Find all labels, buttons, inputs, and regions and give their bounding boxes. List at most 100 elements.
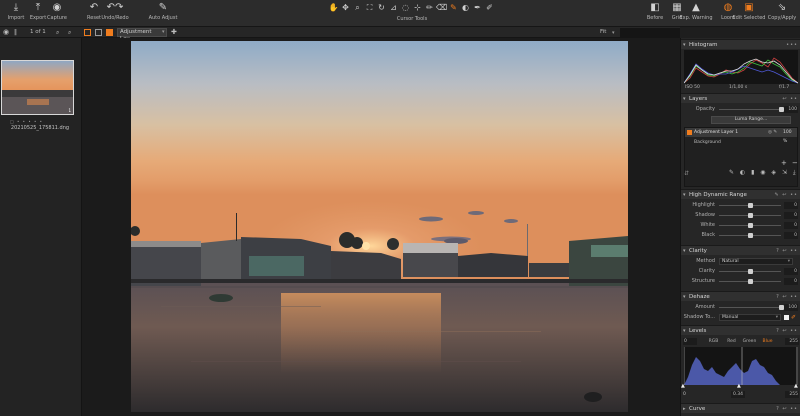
thumbnail[interactable]: 1 xyxy=(1,60,74,115)
eye-icon[interactable]: ◉ xyxy=(3,27,9,38)
collapse-arrow-icon[interactable]: ▾ xyxy=(683,292,686,302)
refine-icon[interactable]: ⇵ xyxy=(684,170,689,177)
collapse-arrow-icon[interactable]: ▾ xyxy=(683,326,686,336)
undo-redo-button[interactable]: ↶↷ Undo/Redo xyxy=(101,2,129,26)
hdr-header[interactable]: ▾ High Dynamic Range ✎ ↩ •• xyxy=(681,189,800,199)
slider-knob[interactable] xyxy=(747,213,753,218)
collapse-arrow-icon[interactable]: ▾ xyxy=(683,190,686,200)
slider-knob[interactable] xyxy=(747,233,753,238)
collapse-arrow-icon[interactable]: ▾ xyxy=(683,40,686,50)
chevron-down-icon[interactable]: ▾ xyxy=(162,27,165,38)
dehaze-amount-slider[interactable] xyxy=(719,307,781,308)
rating-dots[interactable]: □ • • • • • xyxy=(10,119,43,124)
slider-value[interactable]: 0 xyxy=(784,212,798,219)
panel-actions-icon[interactable]: ? ↩ •• xyxy=(776,404,798,414)
pan-tool-icon[interactable]: ✥ xyxy=(340,2,351,13)
panel-actions-icon[interactable]: ↩ •• xyxy=(782,94,798,104)
crop-tool-icon[interactable]: ⛶ xyxy=(364,2,375,13)
keystone-tool-icon[interactable]: ⊿ xyxy=(388,2,399,13)
rotate-tool-icon[interactable]: ↻ xyxy=(376,2,387,13)
slider-value[interactable]: 0 xyxy=(784,278,798,285)
shadow-tone-swatch[interactable] xyxy=(784,315,789,320)
slider-knob[interactable] xyxy=(747,223,753,228)
search-icon[interactable]: ⌕ xyxy=(56,27,59,38)
eraser-tool-icon[interactable]: ⌫ xyxy=(436,2,447,13)
layer-mask-icon[interactable] xyxy=(106,29,113,36)
clarity-method-select[interactable]: Natural ▾ xyxy=(719,258,793,265)
slider-value[interactable]: 0 xyxy=(784,268,798,275)
panel-actions-icon[interactable]: ✎ ↩ •• xyxy=(775,190,798,200)
layer-target-icon[interactable]: ◎ ✎ xyxy=(768,128,777,137)
zoom-slider-track[interactable] xyxy=(620,28,680,37)
edit-selected-button[interactable]: ▣ Edit Selected xyxy=(733,2,766,26)
slider-value[interactable]: 0 xyxy=(784,222,798,229)
opacity-slider-knob[interactable] xyxy=(778,107,784,112)
expand-arrow-icon[interactable]: ▸ xyxy=(683,404,686,414)
levels-output-high[interactable]: 255 xyxy=(785,391,799,398)
collapse-arrow-icon[interactable]: ▾ xyxy=(683,246,686,256)
levels-channel-blue[interactable]: Blue xyxy=(759,338,776,345)
spot-tool-icon[interactable]: ◌ xyxy=(400,2,411,13)
histogram-header[interactable]: ▾ Histogram ••• xyxy=(681,39,800,49)
panel-actions-icon[interactable]: ? ↩ •• xyxy=(776,292,798,302)
levels-midtone-value[interactable]: 0.34 xyxy=(731,391,745,398)
pause-icon[interactable]: ‖ xyxy=(14,27,17,38)
levels-white-point-handle[interactable]: ▲ xyxy=(794,383,798,389)
layer-select-dropdown[interactable]: Adjustment Lay... xyxy=(117,28,167,42)
auto-adjust-button[interactable]: ✎ Auto Adjust xyxy=(147,2,179,26)
picker-tool-icon[interactable]: ⊹ xyxy=(412,2,423,13)
levels-output-low[interactable]: 0 xyxy=(683,391,695,398)
color-picker-icon[interactable]: ✐ xyxy=(791,313,796,322)
eyedropper-tool-icon[interactable]: ✐ xyxy=(484,2,495,13)
remove-layer-icon[interactable]: − xyxy=(792,159,798,167)
zoom-tool-icon[interactable]: ⌕ xyxy=(352,2,363,13)
luma-range-button[interactable]: Luma Range... xyxy=(711,116,791,124)
capture-button[interactable]: ◉ Capture xyxy=(43,2,71,26)
levels-header[interactable]: ▾ Levels ? ↩ •• xyxy=(681,325,800,335)
gradient-tool-icon[interactable]: ◐ xyxy=(460,2,471,13)
panel-actions-icon[interactable]: ••• xyxy=(786,40,798,50)
add-layer-icon[interactable]: + xyxy=(781,159,787,167)
levels-histogram[interactable] xyxy=(683,347,798,385)
slider-knob[interactable] xyxy=(747,203,753,208)
dehaze-amount-value[interactable]: 100 xyxy=(784,304,798,311)
opacity-slider[interactable] xyxy=(719,109,781,110)
shadow-tone-select[interactable]: Manual ▾ xyxy=(719,314,781,321)
dehaze-amount-knob[interactable] xyxy=(778,305,784,310)
single-view-icon[interactable] xyxy=(84,29,91,36)
layer-checkbox[interactable] xyxy=(687,130,692,135)
curve-header[interactable]: ▸ Curve ? ↩ •• xyxy=(681,403,800,413)
background-layer[interactable]: Background xyxy=(694,138,721,147)
exp-warning-button[interactable]: ▲ Exp. Warning xyxy=(679,2,712,26)
opacity-value[interactable]: 100 xyxy=(784,106,798,113)
levels-input-high[interactable]: 255 xyxy=(785,338,799,345)
annotate-tool-icon[interactable]: ✒ xyxy=(472,2,483,13)
levels-channel-red[interactable]: Red xyxy=(723,338,740,345)
hand-tool-icon[interactable]: ✋ xyxy=(328,2,339,13)
levels-input-low[interactable]: 0 xyxy=(683,338,697,345)
copy-apply-button[interactable]: ⇘ Copy/Apply xyxy=(768,2,796,26)
multi-view-icon[interactable] xyxy=(95,29,102,36)
mask-tools-icons[interactable]: ✎ ◐ ▮ ◉ ◈ ⇲ ⤓ xyxy=(729,169,798,177)
layers-header[interactable]: ▾ Layers ↩ •• xyxy=(681,93,800,103)
add-layer-icon[interactable]: ✚ xyxy=(171,27,177,38)
slider-knob[interactable] xyxy=(747,279,753,284)
levels-channel-rgb[interactable]: RGB xyxy=(705,338,722,345)
levels-black-point-handle[interactable]: ▲ xyxy=(681,383,685,389)
filter-search-icon[interactable]: ⌕ xyxy=(68,27,71,38)
collapse-arrow-icon[interactable]: ▾ xyxy=(683,94,686,104)
levels-channel-green[interactable]: Green xyxy=(741,338,758,345)
draw-mask-tool-icon[interactable]: ✎ xyxy=(448,2,459,13)
levels-midtone-handle[interactable]: ▲ xyxy=(737,383,741,389)
panel-actions-icon[interactable]: ? ↩ •• xyxy=(776,326,798,336)
dehaze-header[interactable]: ▾ Dehaze ? ↩ •• xyxy=(681,291,800,301)
clarity-header[interactable]: ▾ Clarity ? ↩ •• xyxy=(681,245,800,255)
brush-tool-icon[interactable]: ✏ xyxy=(424,2,435,13)
panel-actions-icon[interactable]: ? ↩ •• xyxy=(776,246,798,256)
zoom-fit-label[interactable]: Fit xyxy=(600,27,606,38)
slider-knob[interactable] xyxy=(747,269,753,274)
main-photo[interactable] xyxy=(131,41,628,412)
layer-row-active[interactable]: Adjustment Layer 1 ◎ ✎ 100 % xyxy=(685,128,797,144)
slider-value[interactable]: 0 xyxy=(784,232,798,239)
slider-value[interactable]: 0 xyxy=(784,202,798,209)
